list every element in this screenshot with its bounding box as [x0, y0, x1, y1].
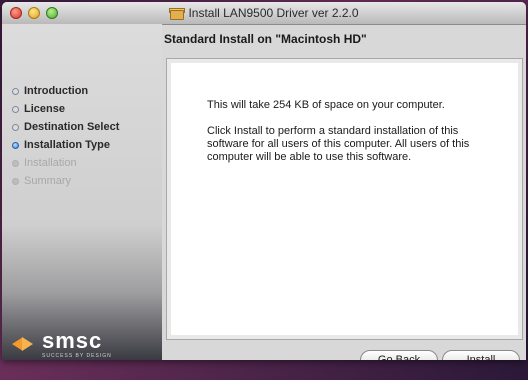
step-destination-select: Destination Select	[12, 118, 119, 136]
go-back-button[interactable]: Go Back	[360, 350, 438, 360]
step-bullet-icon	[12, 105, 19, 113]
step-summary: Summary	[12, 172, 119, 190]
install-button[interactable]: Install	[442, 350, 520, 360]
step-installation: Installation	[12, 154, 119, 172]
step-license: License	[12, 100, 119, 118]
installer-window: Install LAN9500 Driver ver 2.2.0 Introdu…	[2, 2, 526, 360]
step-installation-type: Installation Type	[12, 136, 119, 154]
window-title-area: Install LAN9500 Driver ver 2.2.0	[2, 2, 526, 24]
sidebar: Introduction License Destination Select …	[2, 24, 162, 360]
vendor-logo: smsc SUCCESS BY DESIGN	[2, 324, 162, 360]
logo-name: smsc	[42, 327, 103, 353]
logo-tagline: SUCCESS BY DESIGN	[42, 352, 112, 359]
window-title: Install LAN9500 Driver ver 2.2.0	[188, 6, 359, 20]
step-bullet-icon	[12, 177, 19, 185]
smsc-logo-icon	[10, 333, 36, 355]
step-current-bullet-icon	[12, 141, 19, 149]
step-bullet-icon	[12, 123, 19, 131]
page-heading: Standard Install on "Macintosh HD"	[164, 32, 367, 46]
step-list: Introduction License Destination Select …	[12, 82, 119, 190]
step-bullet-icon	[12, 87, 19, 95]
package-icon	[169, 7, 186, 20]
install-description-text: Click Install to perform a standard inst…	[207, 125, 470, 163]
step-introduction: Introduction	[12, 82, 119, 100]
step-bullet-icon	[12, 159, 19, 167]
space-required-text: This will take 254 KB of space on your c…	[207, 99, 445, 111]
content-pane: This will take 254 KB of space on your c…	[166, 58, 523, 340]
title-bar: Install LAN9500 Driver ver 2.2.0	[2, 2, 526, 25]
